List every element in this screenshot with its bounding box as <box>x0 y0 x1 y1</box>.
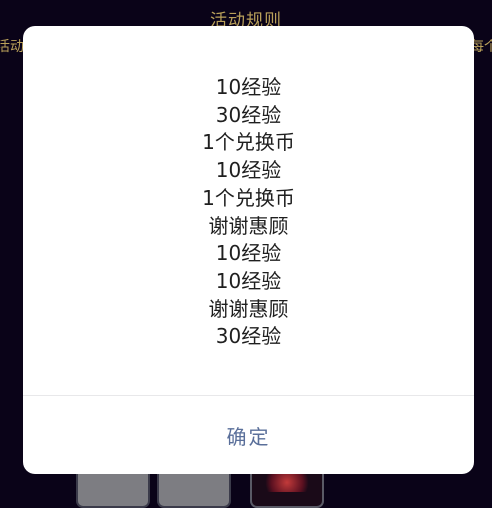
reward-line: 谢谢惠顾 <box>208 213 289 238</box>
reward-line: 10经验 <box>215 158 282 183</box>
dialog-message: 10经验 30经验 1个兑换币 10经验 1个兑换币 谢谢惠顾 10经验 10经… <box>23 74 474 394</box>
reward-line: 谢谢惠顾 <box>208 296 289 321</box>
reward-line: 1个兑换币 <box>202 130 295 155</box>
rules-text-fragment-left: 活动 <box>0 39 24 55</box>
reward-line: 30经验 <box>215 324 282 349</box>
reward-line: 10经验 <box>215 268 282 293</box>
reward-line: 10经验 <box>215 241 282 266</box>
alert-dialog: 10经验 30经验 1个兑换币 10经验 1个兑换币 谢谢惠顾 10经验 10经… <box>23 26 474 474</box>
reward-line: 10经验 <box>215 75 282 99</box>
reward-line: 1个兑换币 <box>202 185 295 210</box>
reward-line: 30经验 <box>215 102 282 127</box>
confirm-button[interactable]: 确定 <box>23 396 474 474</box>
